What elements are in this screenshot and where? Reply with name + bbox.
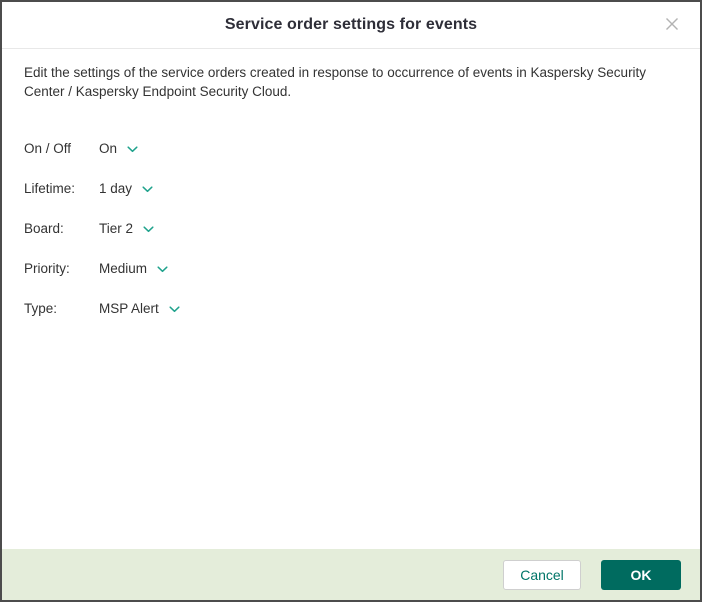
chevron-down-icon — [143, 225, 154, 233]
dialog-title: Service order settings for events — [224, 16, 478, 33]
dialog-footer: Cancel OK — [2, 549, 700, 600]
field-row: Priority: Medium — [24, 258, 678, 278]
chevron-down-icon — [127, 145, 138, 153]
chevron-down-icon — [142, 185, 153, 193]
field-row: Type: MSP Alert — [24, 298, 678, 318]
close-button[interactable] — [658, 11, 686, 39]
chevron-down-icon — [157, 265, 168, 273]
field-dropdown-onoff[interactable]: On — [99, 141, 138, 156]
fields: On / Off On Lifetime: 1 day Board: Tier … — [24, 138, 678, 318]
chevron-down-icon — [169, 305, 180, 313]
field-row: Board: Tier 2 — [24, 218, 678, 238]
field-value: MSP Alert — [99, 300, 159, 316]
dialog-body: Edit the settings of the service orders … — [2, 49, 700, 549]
field-row: On / Off On — [24, 138, 678, 158]
field-dropdown-type[interactable]: MSP Alert — [99, 301, 180, 316]
dialog-description: Edit the settings of the service orders … — [24, 65, 647, 99]
field-value: On — [99, 140, 118, 156]
field-row: Lifetime: 1 day — [24, 178, 678, 198]
field-dropdown-lifetime[interactable]: 1 day — [99, 181, 153, 196]
field-value: 1 day — [99, 180, 133, 196]
field-value: Medium — [99, 260, 148, 276]
cancel-button[interactable]: Cancel — [503, 559, 581, 590]
field-label: Type: — [24, 300, 58, 316]
field-label: Lifetime: — [24, 180, 76, 196]
field-value: Tier 2 — [99, 220, 134, 236]
dialog-header: Service order settings for events — [2, 2, 700, 49]
field-dropdown-priority[interactable]: Medium — [99, 261, 168, 276]
field-label: Priority: — [24, 260, 70, 276]
field-label: On / Off — [24, 140, 72, 156]
field-label: Board: — [24, 220, 64, 236]
ok-button[interactable]: OK — [601, 559, 681, 590]
service-order-settings-dialog: Service order settings for events Edit t… — [0, 0, 702, 602]
close-icon — [665, 17, 679, 34]
field-dropdown-board[interactable]: Tier 2 — [99, 221, 154, 236]
